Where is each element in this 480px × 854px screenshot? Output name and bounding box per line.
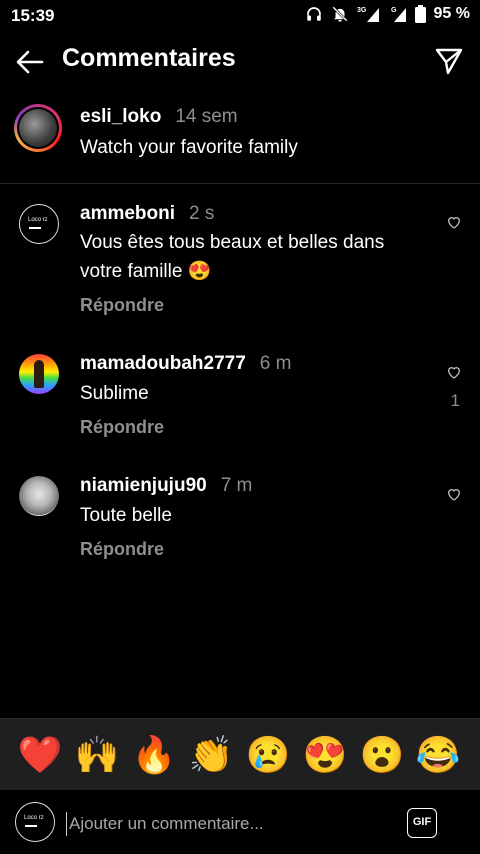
- emoji-raised-hands[interactable]: 🙌: [73, 733, 121, 777]
- comment-avatar[interactable]: [19, 476, 59, 516]
- reply-button[interactable]: Répondre: [80, 539, 164, 560]
- signal-2-icon: G: [391, 7, 406, 22]
- emoji-laughing[interactable]: 😂: [414, 733, 462, 777]
- heart-icon[interactable]: [446, 364, 462, 380]
- comment-text: Sublime: [80, 383, 149, 404]
- user-avatar: Loco rz: [15, 802, 55, 842]
- comment-username[interactable]: niamienjuju90: [80, 475, 207, 496]
- emoji-heart-eyes[interactable]: 😍: [301, 733, 349, 777]
- comment-username[interactable]: mamadoubah2777: [80, 353, 246, 374]
- status-icons: 3G G 95 %: [305, 5, 470, 23]
- bell-off-icon: [331, 6, 348, 22]
- comment-avatar[interactable]: [19, 354, 59, 394]
- gif-button[interactable]: GIF: [407, 808, 437, 838]
- caption-avatar[interactable]: [14, 104, 62, 152]
- page-title: Commentaires: [62, 44, 236, 72]
- comment-time: 7 m: [220, 475, 253, 496]
- comment-input[interactable]: [66, 812, 379, 836]
- caption-username[interactable]: esli_loko: [80, 106, 161, 127]
- svg-text:3G: 3G: [357, 7, 367, 14]
- back-arrow-icon[interactable]: [14, 46, 46, 78]
- heart-icon[interactable]: [446, 486, 462, 502]
- heart-icon[interactable]: [446, 214, 462, 230]
- send-icon[interactable]: [434, 46, 464, 76]
- battery-icon: [414, 5, 426, 23]
- emoji-heart[interactable]: ❤️: [16, 733, 64, 777]
- comment-time: 2 s: [189, 203, 215, 224]
- status-time: 15:39: [11, 6, 55, 25]
- post-caption: esli_loko 14 sem Watch your favorite fami…: [0, 95, 480, 184]
- status-bar: 15:39 3G G 95 %: [0, 0, 480, 32]
- emoji-fire[interactable]: 🔥: [130, 733, 178, 777]
- caption-text: Watch your favorite family: [80, 137, 298, 158]
- caption-time: 14 sem: [175, 106, 238, 127]
- svg-text:G: G: [391, 7, 397, 14]
- signal-icon: 3G: [357, 7, 379, 22]
- emoji-bar: ❤️ 🙌 🔥 👏 😢 😍 😮 😂: [0, 718, 480, 791]
- battery-percent: 95 %: [433, 5, 470, 22]
- emoji-crying[interactable]: 😢: [244, 733, 292, 777]
- reply-button[interactable]: Répondre: [80, 295, 164, 316]
- comment-username[interactable]: ammeboni: [80, 203, 175, 224]
- comment-input-bar: Loco rz GIF: [0, 790, 480, 854]
- emoji-surprised[interactable]: 😮: [358, 733, 406, 777]
- header: Commentaires: [0, 32, 480, 90]
- reply-button[interactable]: Répondre: [80, 417, 164, 438]
- comment-avatar[interactable]: Loco rz: [19, 204, 59, 244]
- emoji-clapping[interactable]: 👏: [187, 733, 235, 777]
- like-count[interactable]: 1: [451, 391, 460, 411]
- comment-text: Vous êtes tous beaux et belles dans votr…: [80, 232, 385, 282]
- comment-text: Toute belle: [80, 505, 172, 526]
- headphones-icon: [306, 7, 321, 21]
- comment-time: 6 m: [259, 353, 292, 374]
